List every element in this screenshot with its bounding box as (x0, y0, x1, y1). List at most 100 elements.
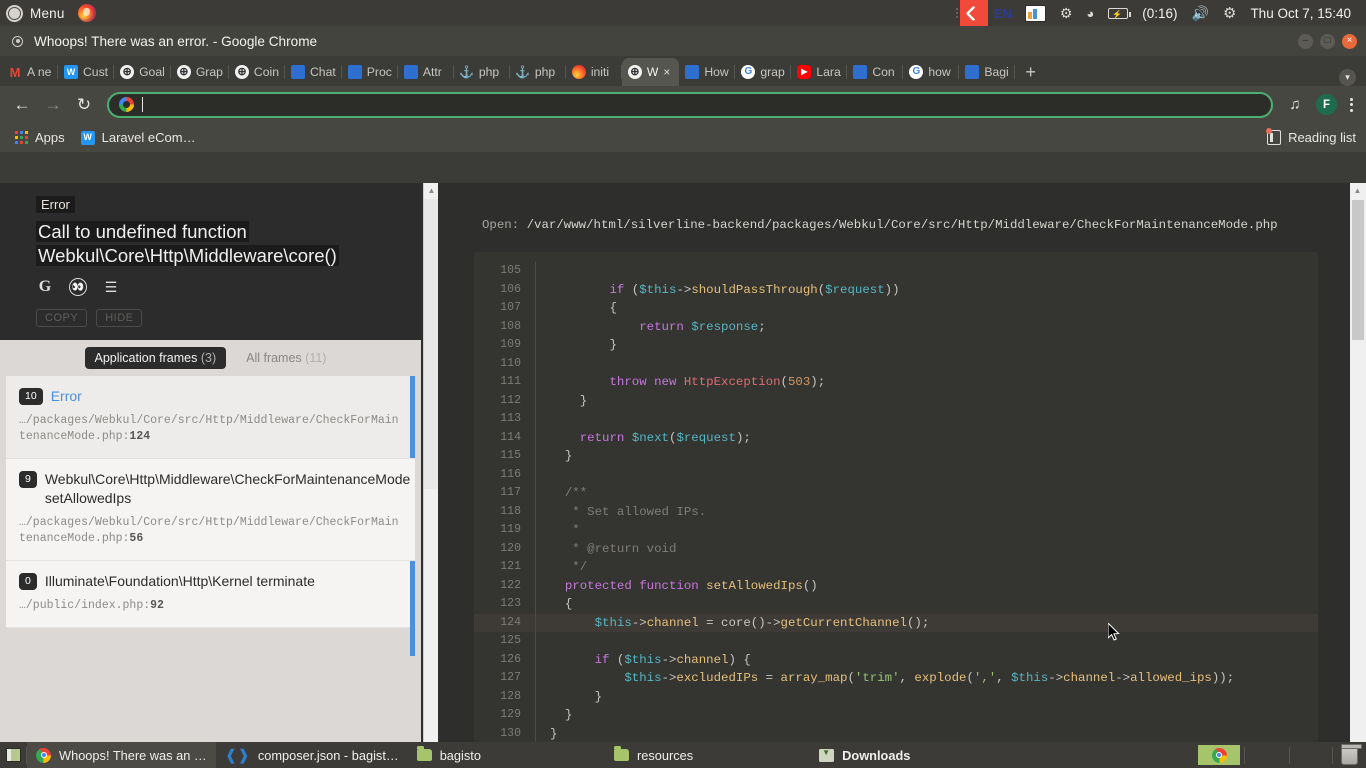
keyboard-layout-indicator[interactable]: EN (988, 0, 1018, 26)
browser-tab-16[interactable]: Ghow (903, 58, 960, 86)
battery-icon[interactable]: ⚡ (1101, 0, 1135, 26)
browser-tab-label: Cust (83, 65, 109, 79)
code-line-number: 125 (474, 632, 536, 651)
frame-list-item[interactable]: 10 Error …/packages/Webkul/Core/src/Http/M… (6, 376, 415, 459)
browser-tab-11[interactable]: ⊕ W × (621, 58, 680, 86)
browser-tab-label: Coin (253, 65, 279, 79)
browser-tab-0[interactable]: M A ne (2, 58, 58, 86)
browser-tab-3[interactable]: ⊕ Grap (171, 58, 229, 86)
trash-icon[interactable] (1341, 743, 1362, 765)
new-tab-button[interactable]: + (1015, 58, 1046, 86)
tab-application-frames[interactable]: Application frames (3) (84, 347, 227, 369)
browser-tab-10[interactable]: initi (566, 58, 622, 86)
gear-icon[interactable]: ⚙ (1216, 0, 1243, 26)
scrollbar-thumb[interactable] (424, 199, 439, 489)
frame-list-item[interactable]: 9 Webkul\Core\Http\Middleware\CheckForMai… (6, 459, 415, 561)
browser-tab-5[interactable]: Chat (285, 58, 342, 86)
browser-tab-15[interactable]: Con (847, 58, 904, 86)
taskbar-right (1194, 742, 1366, 768)
forward-arrow-icon[interactable]: → (39, 91, 67, 119)
frame-list-item[interactable]: 0 Illuminate\Foundation\Http\Kernel termi… (6, 561, 415, 628)
firefox-icon[interactable] (77, 4, 96, 22)
frames-scrollbar[interactable] (410, 561, 415, 656)
workspace-switcher-icon[interactable] (959, 0, 988, 26)
profile-avatar[interactable]: F (1316, 94, 1337, 115)
scroll-up-arrow-icon[interactable]: ▲ (424, 183, 439, 198)
duckduckgo-search-icon[interactable]: 👀 (69, 278, 87, 296)
ubuntu-logo-icon[interactable] (6, 4, 23, 22)
browser-tab-label: Goal (139, 65, 165, 79)
taskbar-item-chrome[interactable]: Whoops! There was an … (27, 742, 216, 768)
code-line-number: 124 (474, 613, 536, 632)
browser-tab-7[interactable]: Attr (398, 58, 454, 86)
apps-shortcut[interactable]: Apps (10, 128, 70, 147)
maximize-button[interactable]: □ (1320, 33, 1335, 49)
browser-tab-13[interactable]: Ggrap (735, 58, 792, 86)
browser-tab-17[interactable]: Bagi (959, 58, 1016, 86)
wifi-icon[interactable]: ◕ (1079, 0, 1101, 26)
browser-tab-6[interactable]: Proc (342, 58, 398, 86)
menu-label[interactable]: Menu (30, 6, 65, 21)
hide-button[interactable]: HIDE (96, 309, 143, 327)
copy-button[interactable]: COPY (36, 309, 88, 327)
indicator-handle[interactable] (955, 8, 958, 18)
window-controls: – □ × (1298, 33, 1366, 49)
bluetooth-icon[interactable]: ⚙ (1053, 0, 1080, 26)
code-line: 109 } (474, 336, 1318, 355)
ignition-panel-scrollbar[interactable]: ▲ ▼ (423, 183, 439, 768)
display-settings-icon[interactable] (1018, 0, 1053, 26)
reading-list-icon (1266, 128, 1282, 145)
code-line: 105 (474, 262, 1318, 281)
code-line: 130} (474, 724, 1318, 743)
tab-search-button[interactable]: ▾ (1339, 69, 1366, 86)
code-line-number: 123 (474, 595, 536, 614)
browser-tab-label: Grap (195, 65, 223, 79)
window-thumbnail-chrome[interactable] (1197, 744, 1241, 766)
globe-icon: ⊕ (234, 65, 249, 79)
browser-tab-4[interactable]: ⊕ Coin (229, 58, 285, 86)
code-line-text: $this->channel = core()->getCurrentChann… (594, 615, 930, 630)
taskbar-item-label: resources (636, 747, 694, 763)
media-control-icon[interactable]: ♫ (1282, 92, 1308, 118)
browser-tab-label: W (646, 65, 659, 79)
taskbar-item-bagisto[interactable]: bagisto (408, 742, 490, 768)
google-search-icon[interactable]: G (36, 278, 54, 296)
taskbar-item-vscode[interactable]: ❰❱ composer.json - bagist… (216, 742, 408, 768)
stackoverflow-search-icon[interactable]: ☰ (102, 278, 120, 296)
chrome-title-bar[interactable]: Whoops! There was an error. - Google Chr… (0, 26, 1366, 56)
browser-tab-12[interactable]: How (679, 58, 736, 86)
clock-label[interactable]: Thu Oct 7, 15:40 (1243, 0, 1358, 26)
scroll-up-arrow-icon[interactable]: ▲ (1350, 183, 1365, 198)
browser-tab-1[interactable]: W Cust (58, 58, 115, 86)
code-listing[interactable]: 105 106 if ($this->shouldPassThrough($req… (474, 252, 1318, 753)
scrollbar-thumb[interactable] (1352, 200, 1364, 340)
code-line-text: return $response; (639, 319, 766, 334)
address-bar[interactable] (107, 91, 1273, 118)
taskbar-item-resources[interactable]: resources (605, 742, 702, 768)
close-tab-icon[interactable]: × (663, 65, 673, 79)
browser-tab-9[interactable]: ⚓ php (510, 58, 566, 86)
code-line-number: 126 (474, 650, 536, 669)
volume-icon[interactable]: 🔊 (1185, 0, 1216, 26)
reading-list-button[interactable]: Reading list (1266, 128, 1356, 145)
kebab-menu-icon[interactable] (1345, 97, 1358, 112)
page-scrollbar-vertical[interactable]: ▲ ▼ (1350, 183, 1366, 754)
tab-all-frames-count: (11) (305, 351, 327, 365)
browser-tab-14[interactable]: ▶ Lara (791, 58, 848, 86)
tab-all-frames[interactable]: All frames (11) (236, 347, 336, 369)
unity-menu-group[interactable]: Menu (0, 4, 96, 22)
chrome-icon (1211, 747, 1227, 763)
reload-icon[interactable]: ↻ (70, 91, 98, 119)
browser-tab-8[interactable]: ⚓ php (454, 58, 510, 86)
taskbar-item-label: Whoops! There was an … (59, 747, 207, 763)
window-title: Whoops! There was an error. - Google Chr… (34, 33, 318, 49)
code-line: 119 * (474, 521, 1318, 540)
minimize-button[interactable]: – (1298, 33, 1313, 49)
taskbar-item-downloads[interactable]: Downloads (810, 742, 919, 768)
bookmark-laravel-ecom[interactable]: W Laravel eCom… (76, 128, 201, 147)
back-arrow-icon[interactable]: ← (8, 91, 36, 119)
browser-tab-2[interactable]: ⊕ Goal (114, 58, 171, 86)
show-desktop-icon[interactable] (0, 742, 26, 768)
close-button[interactable]: × (1342, 33, 1357, 49)
code-line-text: } (550, 726, 558, 741)
